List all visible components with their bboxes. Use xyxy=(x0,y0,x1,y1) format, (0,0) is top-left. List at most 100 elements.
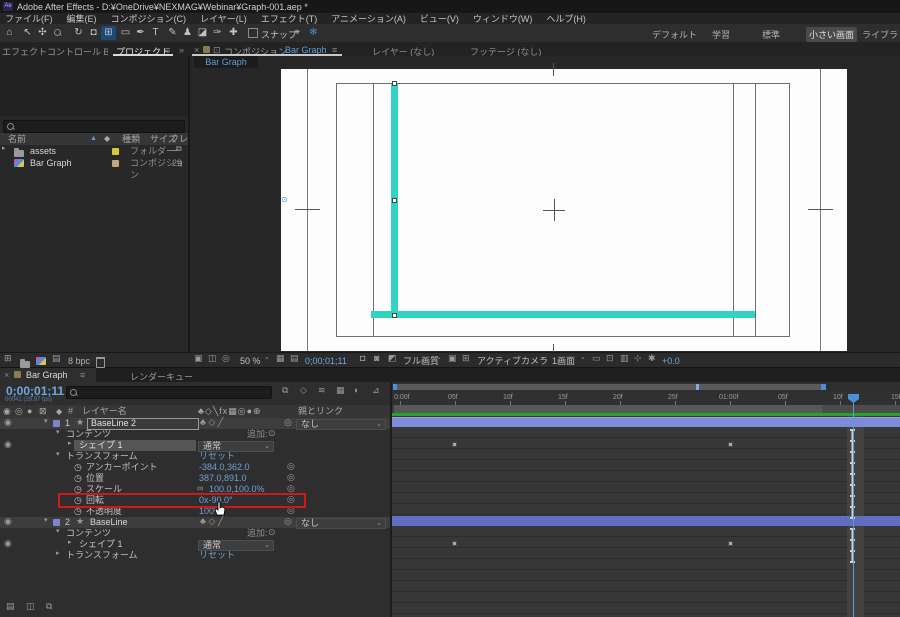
project-search-input[interactable] xyxy=(3,120,185,133)
frame-blending-icon[interactable]: ▦ xyxy=(336,386,345,395)
navigator-end-handle[interactable] xyxy=(821,384,826,390)
zoom-chevron-icon[interactable]: ⌄ xyxy=(264,354,270,361)
group-row-contents[interactable]: ▾ コンテンツ 追加: ⊙ xyxy=(0,429,390,440)
label-column-icon[interactable]: ◆ xyxy=(104,133,110,145)
layout-chevron-icon[interactable]: ⌄ xyxy=(580,354,586,361)
baseline-horizontal-bar[interactable] xyxy=(371,311,755,318)
workspace-tab-learn[interactable]: 学習 xyxy=(712,28,730,41)
property-row-scale[interactable]: ◷ スケール ∞ 100.0,100.0% ◎ xyxy=(0,484,390,495)
group-row-transform[interactable]: ▸ トランスフォーム リセット xyxy=(0,550,390,561)
link-dimensions-icon[interactable]: ∞ xyxy=(197,484,203,493)
property-value[interactable]: 387.0,891.0 xyxy=(199,473,247,484)
transparency-grid-icon[interactable]: ⊞ xyxy=(462,354,470,363)
quality-chevron-icon[interactable]: ⌄ xyxy=(436,354,442,361)
project-row-assets[interactable]: ▸ assets フォルダー ⧉ xyxy=(0,145,188,157)
timeline-button-icon[interactable]: ▥ xyxy=(620,354,629,363)
comp-canvas[interactable] xyxy=(281,63,847,357)
expand-layer-switches-icon[interactable]: ▤ xyxy=(6,602,15,611)
motion-sketch-icon[interactable]: ❄ xyxy=(306,26,321,40)
keyframe[interactable] xyxy=(452,541,457,546)
pick-whip-icon[interactable]: ◎ xyxy=(284,418,292,427)
pen-tool-icon[interactable]: ✒ xyxy=(133,26,148,40)
graph-inner-line[interactable] xyxy=(733,83,734,337)
property-value[interactable]: -384.0,362.0 xyxy=(199,462,250,473)
new-folder-icon[interactable] xyxy=(20,359,30,368)
reset-exposure-icon[interactable]: ✱ xyxy=(648,354,656,363)
more-tabs-chevron-icon[interactable]: » xyxy=(179,45,184,55)
main-viewer-icon[interactable]: ◫ xyxy=(208,354,217,363)
workspace-tab-default[interactable]: デフォルト xyxy=(652,28,697,41)
time-ruler[interactable]: 0:00f 05f 10f 15f 20f 25f 01:00f 05f 10f… xyxy=(392,392,900,405)
column-name[interactable]: 名前 xyxy=(8,133,26,145)
region-of-interest-icon[interactable]: ▣ xyxy=(448,354,457,363)
stopwatch-icon[interactable]: ◷ xyxy=(74,462,82,473)
twirl-right-icon[interactable]: ▸ xyxy=(68,539,72,546)
property-row-rotation[interactable]: ◷ 回転 0x-90.0° ◎ xyxy=(0,495,390,506)
graph-inner-line[interactable] xyxy=(755,83,756,337)
puppet-pin-tool-icon[interactable]: ✚ xyxy=(226,26,241,40)
color-depth-icon[interactable]: ▤ xyxy=(52,354,61,363)
rotation-tool-icon[interactable]: ↻ xyxy=(71,26,86,40)
layer-row-baseline[interactable]: ◉ ▾ 2 ★ BaseLine ♣ ◇ ╱ ◎ なし ⌄ xyxy=(0,517,390,529)
layer1-duration-bar[interactable] xyxy=(392,417,900,427)
label-column-icon[interactable]: ◆ xyxy=(56,405,62,418)
brush-tool-icon[interactable]: ✎ xyxy=(165,26,180,40)
expand-arrow-icon[interactable]: ▸ xyxy=(2,145,6,152)
type-tool-icon[interactable]: T xyxy=(148,26,163,40)
viewer-timecode[interactable]: 0;00;01;11 xyxy=(305,354,347,368)
sort-ascending-icon[interactable]: ▲ xyxy=(90,133,97,145)
eye-icon[interactable]: ◉ xyxy=(4,539,12,548)
eye-icon[interactable]: ◉ xyxy=(4,517,12,526)
selection-handle[interactable] xyxy=(392,313,397,318)
expand-transfer-controls-icon[interactable]: ◫ xyxy=(26,602,35,611)
audio-column-icon[interactable]: ◎ xyxy=(15,405,23,418)
exposure-value[interactable]: +0.0 xyxy=(662,354,680,368)
show-snapshot-icon[interactable]: ◙ xyxy=(374,354,379,363)
stopwatch-icon[interactable]: ◷ xyxy=(74,484,82,495)
grid-guides-icon[interactable]: ▦ xyxy=(276,354,285,363)
zoom-tool-icon[interactable] xyxy=(50,26,65,40)
layer2-duration-bar[interactable] xyxy=(392,516,900,526)
layer-switches-icons[interactable]: ♣ ◇ ╱ xyxy=(200,418,223,427)
snapshot-icon[interactable]: ◘ xyxy=(360,354,365,363)
graph-frame-line[interactable] xyxy=(307,69,308,351)
camera-dropdown[interactable]: アクティブカメラ xyxy=(477,354,548,368)
shape-row[interactable]: ◉ ▸ シェイプ 1 通常 ⌄ xyxy=(0,440,390,452)
home-tool-icon[interactable]: ⌂ xyxy=(2,26,17,40)
eye-icon[interactable]: ◉ xyxy=(4,418,12,427)
twirl-down-icon[interactable]: ▾ xyxy=(44,418,48,425)
property-row-anchor[interactable]: ◷ アンカーポイント -384.0,362.0 ◎ xyxy=(0,462,390,473)
layer-row-baseline2[interactable]: ◉ ▾ 1 ★ BaseLine 2 ♣ ◇ ╱ ◎ なし ⌄ xyxy=(0,418,390,430)
layer-label-color[interactable] xyxy=(53,519,60,526)
twirl-right-icon[interactable]: ▸ xyxy=(68,440,72,447)
label-color-swatch[interactable] xyxy=(112,148,119,155)
column-type[interactable]: 種類 xyxy=(122,133,140,145)
fast-preview-icon[interactable]: ⊡ xyxy=(606,354,614,363)
hide-shy-layers-icon[interactable]: ≋ xyxy=(318,386,326,395)
expand-inout-icon[interactable]: ⧉ xyxy=(46,602,52,611)
time-navigator-bar[interactable] xyxy=(394,384,824,390)
keyframe[interactable] xyxy=(728,442,733,447)
number-column[interactable]: # xyxy=(68,405,73,418)
layer-switches-icons[interactable]: ♣ ◇ ╱ xyxy=(200,517,223,526)
twirl-right-icon[interactable]: ▸ xyxy=(56,550,60,557)
group-row-transform[interactable]: ▾ トランスフォーム リセット xyxy=(0,451,390,462)
clone-stamp-tool-icon[interactable]: ♟ xyxy=(180,26,195,40)
stopwatch-icon[interactable]: ◷ xyxy=(74,473,82,484)
motion-blur-icon[interactable]: ◐ xyxy=(354,386,359,395)
solo-column-icon[interactable]: ● xyxy=(27,405,32,418)
layer-label-color[interactable] xyxy=(53,420,60,427)
workspace-tab-standard[interactable]: 標準 xyxy=(762,28,780,41)
graph-include-icon[interactable]: ◎ xyxy=(287,506,295,515)
lock-column-icon[interactable]: ⊠ xyxy=(39,405,47,418)
reset-link[interactable]: リセット xyxy=(199,451,235,462)
property-value[interactable]: 100.0,100.0% xyxy=(209,484,265,495)
selection-handle[interactable] xyxy=(392,198,397,203)
workspace-tab-small-screen[interactable]: 小さい画面 xyxy=(806,27,858,42)
composition-mini-flowchart-icon[interactable]: ⧉ xyxy=(282,386,288,395)
property-row-opacity[interactable]: ◷ 不透明度 100% ◎ xyxy=(0,506,390,517)
twirl-down-icon[interactable]: ▾ xyxy=(56,451,60,458)
parent-link-column[interactable]: 親とリンク xyxy=(298,405,343,418)
layer-name-column[interactable]: レイヤー名 xyxy=(82,405,127,418)
panel-menu-icon[interactable]: ≡ xyxy=(80,368,85,382)
